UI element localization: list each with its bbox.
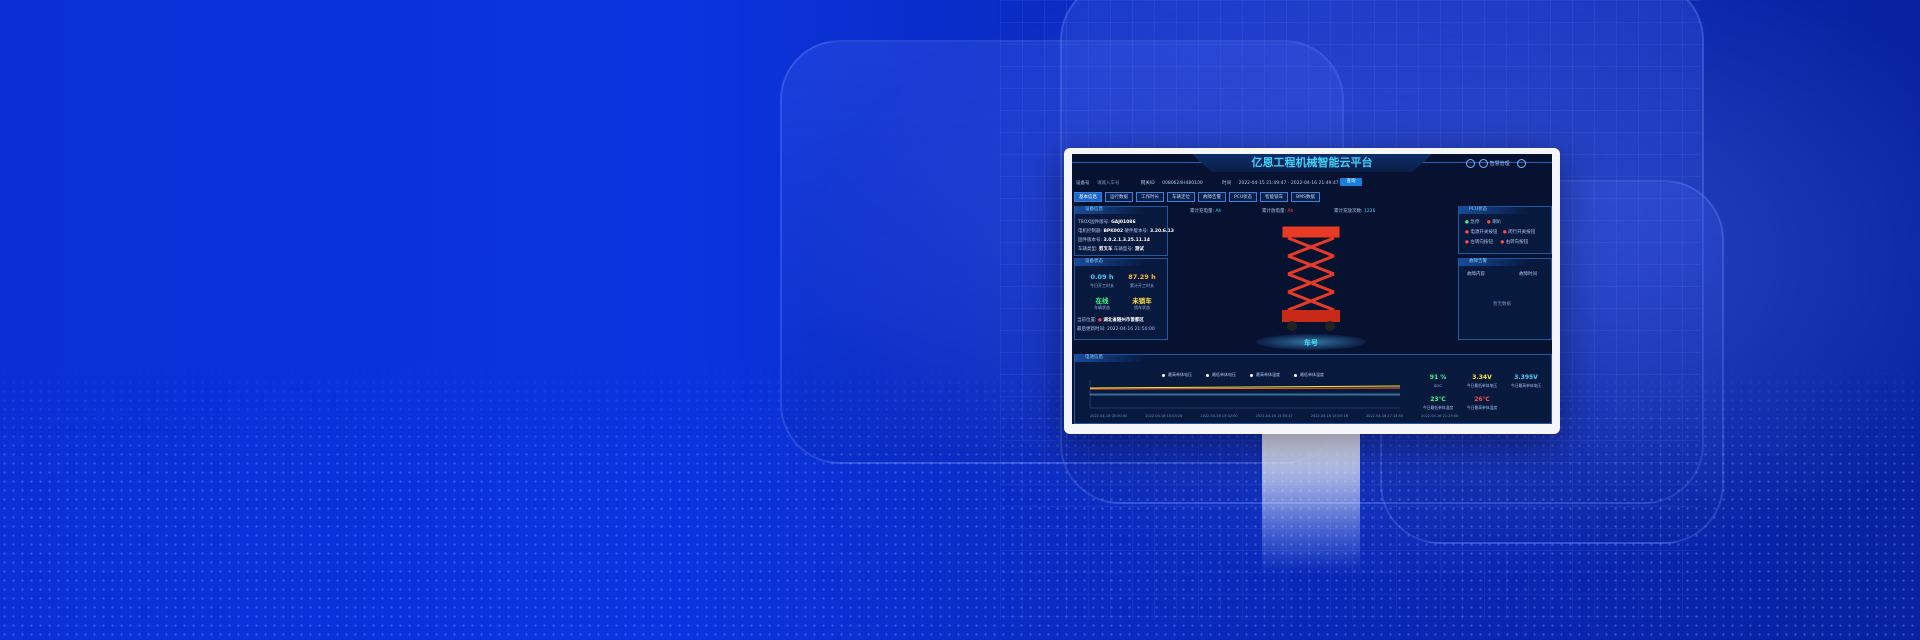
metric-discharge: 累计放电量: Ah: [1262, 209, 1294, 214]
tab-run-data[interactable]: 运行数据: [1105, 192, 1133, 202]
dot-wave: [0, 360, 1920, 640]
device-status-heading: 设备状态: [1075, 258, 1145, 266]
tab-bar: 基本信息 运行数据 工作时长 车辆定位 故障告警 PCU状态 智能锁车 BMS数…: [1074, 192, 1320, 202]
monitor-stand: [1262, 432, 1360, 572]
wheel-icon: [1287, 321, 1297, 331]
tick-label: 2022-04-16 15:05:16: [1310, 414, 1348, 418]
tick-label: 2022-04-16 17:14:50: [1365, 414, 1404, 418]
tick-label: 2022-04-16 13:02:00: [1200, 414, 1238, 418]
pcu-item: ● 左转向按钮 ● 右转向按钮: [1465, 240, 1529, 245]
device-info-heading: 设备信息: [1075, 206, 1145, 214]
stat-soc: 91 % SOC: [1429, 374, 1447, 388]
fault-col-content: 故障内容: [1467, 272, 1485, 277]
battery-chart: [1089, 380, 1401, 409]
fault-heading: 故障告警: [1459, 258, 1529, 266]
info-row: 固件版本号: 3.0.2.1.3.25.11.14: [1078, 238, 1150, 243]
pcu-panel: PCU状态 ● 急停 ● 喇叭 ● 电源开关按钮 ● 爬行开关按钮 ● 左转向按…: [1458, 206, 1552, 254]
location-row: 当前位置: ● 湖北省随州市曾都区: [1077, 318, 1144, 323]
location-pin-icon: ●: [1097, 318, 1102, 323]
device-no-label: 设备号: [1076, 181, 1090, 186]
time-range-input[interactable]: 2022-04-15 21:49:47 - 2022-04-16 21:49:4…: [1239, 181, 1339, 186]
device-info-panel: 设备信息 TBOX固件版号: GAJ01086 电机控制器: BPK002 硬件…: [1074, 206, 1174, 256]
lift-label: 车号: [1304, 339, 1318, 347]
gateway-input[interactable]: 0080624H480100: [1162, 181, 1203, 186]
info-row: 车辆类型: 剪叉车 车辆型号: 测试: [1078, 247, 1144, 252]
tab-bms[interactable]: BMS数据: [1291, 192, 1320, 202]
dashboard-title: 亿恩工程机械智能云平台: [1192, 154, 1432, 172]
stat-max-voltage: 3.395V 今日最高单体电压: [1510, 374, 1542, 388]
total-hours-label: 累计开工时长: [1130, 283, 1154, 288]
tab-lock[interactable]: 智能锁车: [1260, 192, 1289, 202]
dashboard-screen: 亿恩工程机械智能云平台 智慧管理 设备号 请输入车号 网关ID 0080624H…: [1072, 154, 1552, 424]
stat-max-temp: 26℃ 今日最高单体温度: [1466, 396, 1498, 410]
header-tools: 智慧管理: [1466, 159, 1528, 168]
user-icon[interactable]: [1478, 159, 1488, 168]
info-row: TBOX固件版号: GAJ01086: [1078, 220, 1136, 225]
update-row: 最后更新时间: 2022-04-16 21:50:00: [1077, 327, 1155, 332]
wheel-icon: [1325, 321, 1335, 331]
tab-work-hours[interactable]: 工作时长: [1136, 192, 1164, 202]
device-status-panel: 设备状态 0.09 h 今日开工时长 87.29 h 累计开工时长 在线 车辆状…: [1074, 258, 1168, 340]
device-no-input[interactable]: 请输入车号: [1097, 181, 1120, 186]
fault-panel: 故障告警 故障内容 故障时间 暂无数据: [1458, 258, 1552, 340]
stat-min-voltage: 3.34V 今日最低单体电压: [1466, 374, 1498, 388]
lift-base: [1282, 310, 1340, 322]
lock-status-label: 锁车状态: [1134, 305, 1150, 310]
fault-empty: 暂无数据: [1493, 302, 1511, 307]
metric-cycles: 累计充放次数: 1226: [1334, 209, 1376, 214]
tab-fault[interactable]: 故障告警: [1198, 192, 1226, 202]
tab-pcu[interactable]: PCU状态: [1229, 192, 1258, 202]
stat-min-temp: 23℃ 今日最低单体温度: [1422, 396, 1454, 410]
search-button[interactable]: 查询: [1340, 178, 1362, 186]
scissor-lift-image: [1282, 226, 1340, 331]
scissor-arms: [1282, 226, 1340, 312]
time-label: 时间: [1222, 181, 1232, 186]
pcu-heading: PCU状态: [1459, 206, 1529, 214]
metric-charge: 累计充电量: Ah: [1190, 209, 1222, 214]
pcu-item: ● 急停 ● 喇叭: [1465, 220, 1502, 225]
tick-label: 2022-04-16 21:29:00: [1421, 414, 1459, 418]
pcu-item: ● 电源开关按钮 ● 爬行开关按钮: [1465, 230, 1536, 235]
tick-label: 2022-04-16 14:05:47: [1255, 414, 1293, 418]
gateway-label: 网关ID: [1140, 181, 1155, 186]
time-ticks: 2022-04-16 00:00:00 2022-04-16 10:03:26 …: [1090, 414, 1458, 418]
tab-location[interactable]: 车辆定位: [1167, 192, 1195, 202]
lock-status: 未锁车: [1132, 297, 1152, 305]
tick-label: 2022-04-16 00:00:00: [1090, 414, 1128, 418]
total-hours: 87.29 h: [1128, 273, 1156, 281]
power-icon[interactable]: [1517, 159, 1527, 168]
monitor: 亿恩工程机械智能云平台 智慧管理 设备号 请输入车号 网关ID 0080624H…: [1064, 148, 1560, 434]
user-name[interactable]: 智慧管理: [1490, 161, 1510, 167]
fault-col-time: 故障时间: [1519, 272, 1537, 277]
bell-icon[interactable]: [1466, 159, 1475, 168]
info-row: 电机控制器: BPK002 硬件版本号: 3.20.6.13: [1078, 229, 1174, 234]
query-bar: 设备号 请输入车号 网关ID 0080624H480100 时间 2022-04…: [1076, 180, 1339, 186]
tick-label: 2022-04-16 10:03:26: [1145, 414, 1183, 418]
tab-basic-info[interactable]: 基本信息: [1074, 192, 1102, 202]
battery-heading: 电池信息: [1075, 354, 1145, 362]
